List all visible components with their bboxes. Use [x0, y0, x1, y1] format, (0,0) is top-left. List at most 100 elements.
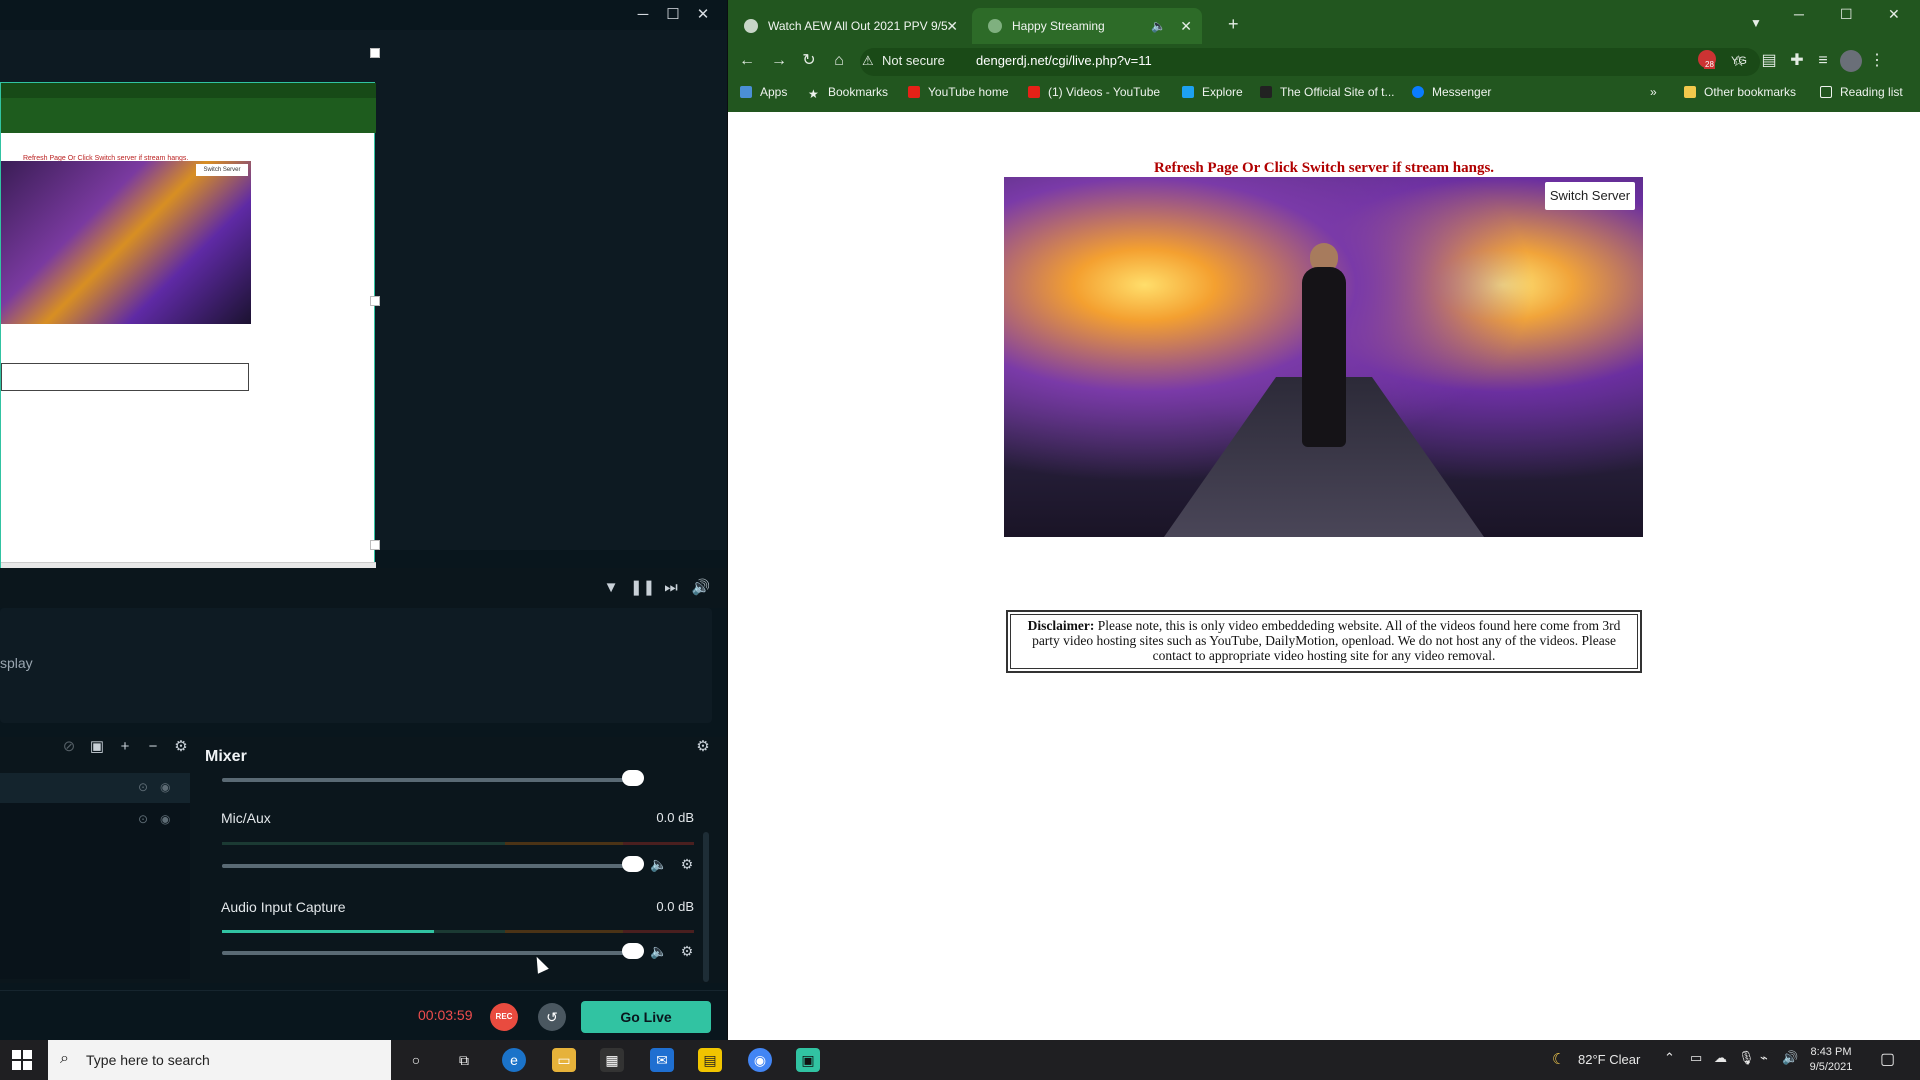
avatar[interactable]	[1840, 50, 1862, 72]
extension-icon[interactable]: 28	[1698, 50, 1716, 69]
skip-icon[interactable]: ⏭	[660, 578, 682, 598]
lock-icon[interactable]: ⊙	[138, 812, 148, 826]
cortana-icon[interactable]: ○	[404, 1048, 428, 1072]
chrome-icon[interactable]: ◉	[748, 1048, 772, 1072]
extension-badge: 28	[1704, 60, 1715, 69]
filter-icon[interactable]: ▼	[600, 578, 622, 598]
more-bookmarks-icon[interactable]: »	[1650, 85, 1657, 99]
mini-browser-chrome	[1, 83, 376, 133]
lock-icon[interactable]: ⊘	[58, 737, 80, 757]
source-row[interactable]: ⊙ ◉	[0, 773, 190, 803]
volume-slider[interactable]	[222, 778, 634, 782]
volume-knob[interactable]	[622, 770, 644, 786]
channel-settings-icon[interactable]: ⚙	[678, 943, 696, 960]
reading-list[interactable]: Reading list	[1820, 85, 1903, 99]
channel-settings-icon[interactable]: ⚙	[678, 856, 696, 873]
bookmark-apps[interactable]: Apps	[740, 85, 787, 99]
star-icon: ★	[808, 87, 819, 101]
speaker-icon[interactable]: 🔊	[690, 578, 712, 598]
microphone-icon[interactable]: 🎙	[1738, 1050, 1755, 1066]
video-player[interactable]: Switch Server	[1004, 177, 1643, 537]
resize-handle[interactable]	[370, 540, 380, 550]
maximize-icon[interactable]: ☐	[658, 4, 688, 26]
taskbar-search[interactable]: ⌕ Type here to search	[48, 1040, 391, 1080]
minimize-icon[interactable]: ─	[1794, 6, 1804, 22]
tab-happy-streaming[interactable]: Happy Streaming 🔈 ✕	[972, 8, 1202, 44]
switch-server-button[interactable]: Switch Server	[1545, 182, 1635, 210]
maximize-icon[interactable]: ☐	[1840, 6, 1853, 23]
bookmark-videos-youtube[interactable]: (1) Videos - YouTube	[1028, 85, 1160, 99]
close-tab-icon[interactable]: ✕	[946, 8, 958, 44]
weather[interactable]: 82°F Clear	[1578, 1052, 1640, 1067]
source-row[interactable]: ⊙ ◉	[0, 805, 190, 835]
mixer-settings-icon[interactable]: ⚙	[692, 737, 714, 757]
network-icon[interactable]: ▭	[1690, 1050, 1702, 1066]
task-view-icon[interactable]: ⧉	[452, 1048, 476, 1072]
speaker-icon[interactable]: 🔈	[650, 856, 668, 873]
windows-taskbar: ⌕ Type here to search ○ ⧉ e ▭ ▦ ✉ ▤ ◉ ▣ …	[0, 1040, 1920, 1080]
audio-playing-icon[interactable]: 🔈	[1151, 8, 1166, 44]
tab-aew[interactable]: Watch AEW All Out 2021 PPV 9/5 ✕	[728, 8, 968, 44]
bookmark-messenger[interactable]: Messenger	[1412, 85, 1491, 99]
volume-slider[interactable]	[222, 951, 634, 955]
sticky-notes-icon[interactable]: ▤	[698, 1048, 722, 1072]
volume-knob[interactable]	[622, 943, 644, 959]
back-icon[interactable]: ←	[736, 50, 758, 72]
volume-knob[interactable]	[622, 856, 644, 872]
preview-canvas-source[interactable]: Refresh Page Or Click Switch server if s…	[0, 82, 376, 576]
minimize-icon[interactable]: ─	[628, 4, 658, 26]
replay-buffer-button[interactable]: ↺	[538, 1003, 566, 1031]
extension-icon[interactable]: ▤	[1758, 50, 1780, 72]
tab-search-icon[interactable]: ▼	[1750, 16, 1762, 30]
url-text[interactable]: dengerdj.net/cgi/live.php?v=11	[976, 53, 1152, 68]
bookmark-other[interactable]: Other bookmarks	[1684, 85, 1796, 99]
address-bar[interactable]: ⚠ Not secure dengerdj.net/cgi/live.php?v…	[860, 48, 1760, 76]
notifications-icon[interactable]: ▢	[1880, 1049, 1895, 1069]
resize-handle[interactable]	[370, 296, 380, 306]
bookmark-explore[interactable]: Explore	[1182, 85, 1243, 99]
kebab-menu-icon[interactable]: ⋮	[1866, 50, 1888, 72]
close-icon[interactable]: ✕	[688, 4, 718, 26]
close-icon[interactable]: ✕	[1888, 6, 1900, 23]
puzzle-icon[interactable]: ✚	[1786, 50, 1808, 72]
lock-icon[interactable]: ⊙	[138, 780, 148, 794]
source-settings-icon[interactable]: ⚙	[170, 737, 192, 757]
not-secure-label[interactable]: Not secure	[882, 53, 945, 68]
close-tab-icon[interactable]: ✕	[1180, 8, 1192, 44]
mixer-scrollbar[interactable]	[703, 832, 709, 982]
resize-handle[interactable]	[370, 48, 380, 58]
mail-icon[interactable]: ✉	[650, 1048, 674, 1072]
wifi-icon[interactable]: ⌁	[1760, 1050, 1768, 1066]
bookmark-official-site[interactable]: The Official Site of t...	[1260, 85, 1395, 99]
moon-weather-icon: ☾	[1552, 1051, 1566, 1068]
reload-icon[interactable]: ↻	[798, 50, 820, 72]
volume-slider[interactable]	[222, 864, 634, 868]
clock[interactable]: 8:43 PM 9/5/2021	[1800, 1045, 1862, 1075]
obs-footer: 00:03:59 REC ↺ Go Live	[0, 990, 727, 1040]
forward-icon[interactable]: →	[768, 50, 790, 72]
new-tab-icon[interactable]: +	[1228, 14, 1239, 35]
edge-icon[interactable]: e	[502, 1048, 526, 1072]
eye-icon[interactable]: ◉	[160, 780, 170, 794]
media-icon[interactable]: ≡	[1812, 50, 1834, 72]
speaker-icon[interactable]: 🔈	[650, 943, 668, 960]
record-button[interactable]: REC	[490, 1003, 518, 1031]
home-icon[interactable]: ⌂	[828, 50, 850, 72]
onedrive-icon[interactable]: ☁	[1714, 1050, 1727, 1066]
windows-start-icon[interactable]	[12, 1050, 32, 1070]
eye-icon[interactable]: ◉	[160, 812, 170, 826]
remove-source-icon[interactable]: −	[142, 737, 164, 757]
pause-icon[interactable]: ❚❚	[630, 578, 655, 598]
store-icon[interactable]: ▦	[600, 1048, 624, 1072]
extension-icon[interactable]: YG	[1728, 50, 1750, 72]
add-source-icon[interactable]: +	[114, 737, 136, 757]
folder-icon[interactable]: ▣	[86, 737, 108, 757]
file-explorer-icon[interactable]: ▭	[552, 1048, 576, 1072]
volume-icon[interactable]: 🔊	[1782, 1050, 1798, 1066]
streamlabs-icon[interactable]: ▣	[796, 1048, 820, 1072]
bookmark-bookmarks[interactable]: ★ Bookmarks	[808, 85, 888, 101]
show-hidden-icons[interactable]: ⌃	[1664, 1050, 1675, 1066]
studio-preview: Refresh Page Or Click Switch server if s…	[0, 30, 727, 576]
bookmark-youtube-home[interactable]: YouTube home	[908, 85, 1009, 99]
go-live-button[interactable]: Go Live	[581, 1001, 711, 1033]
